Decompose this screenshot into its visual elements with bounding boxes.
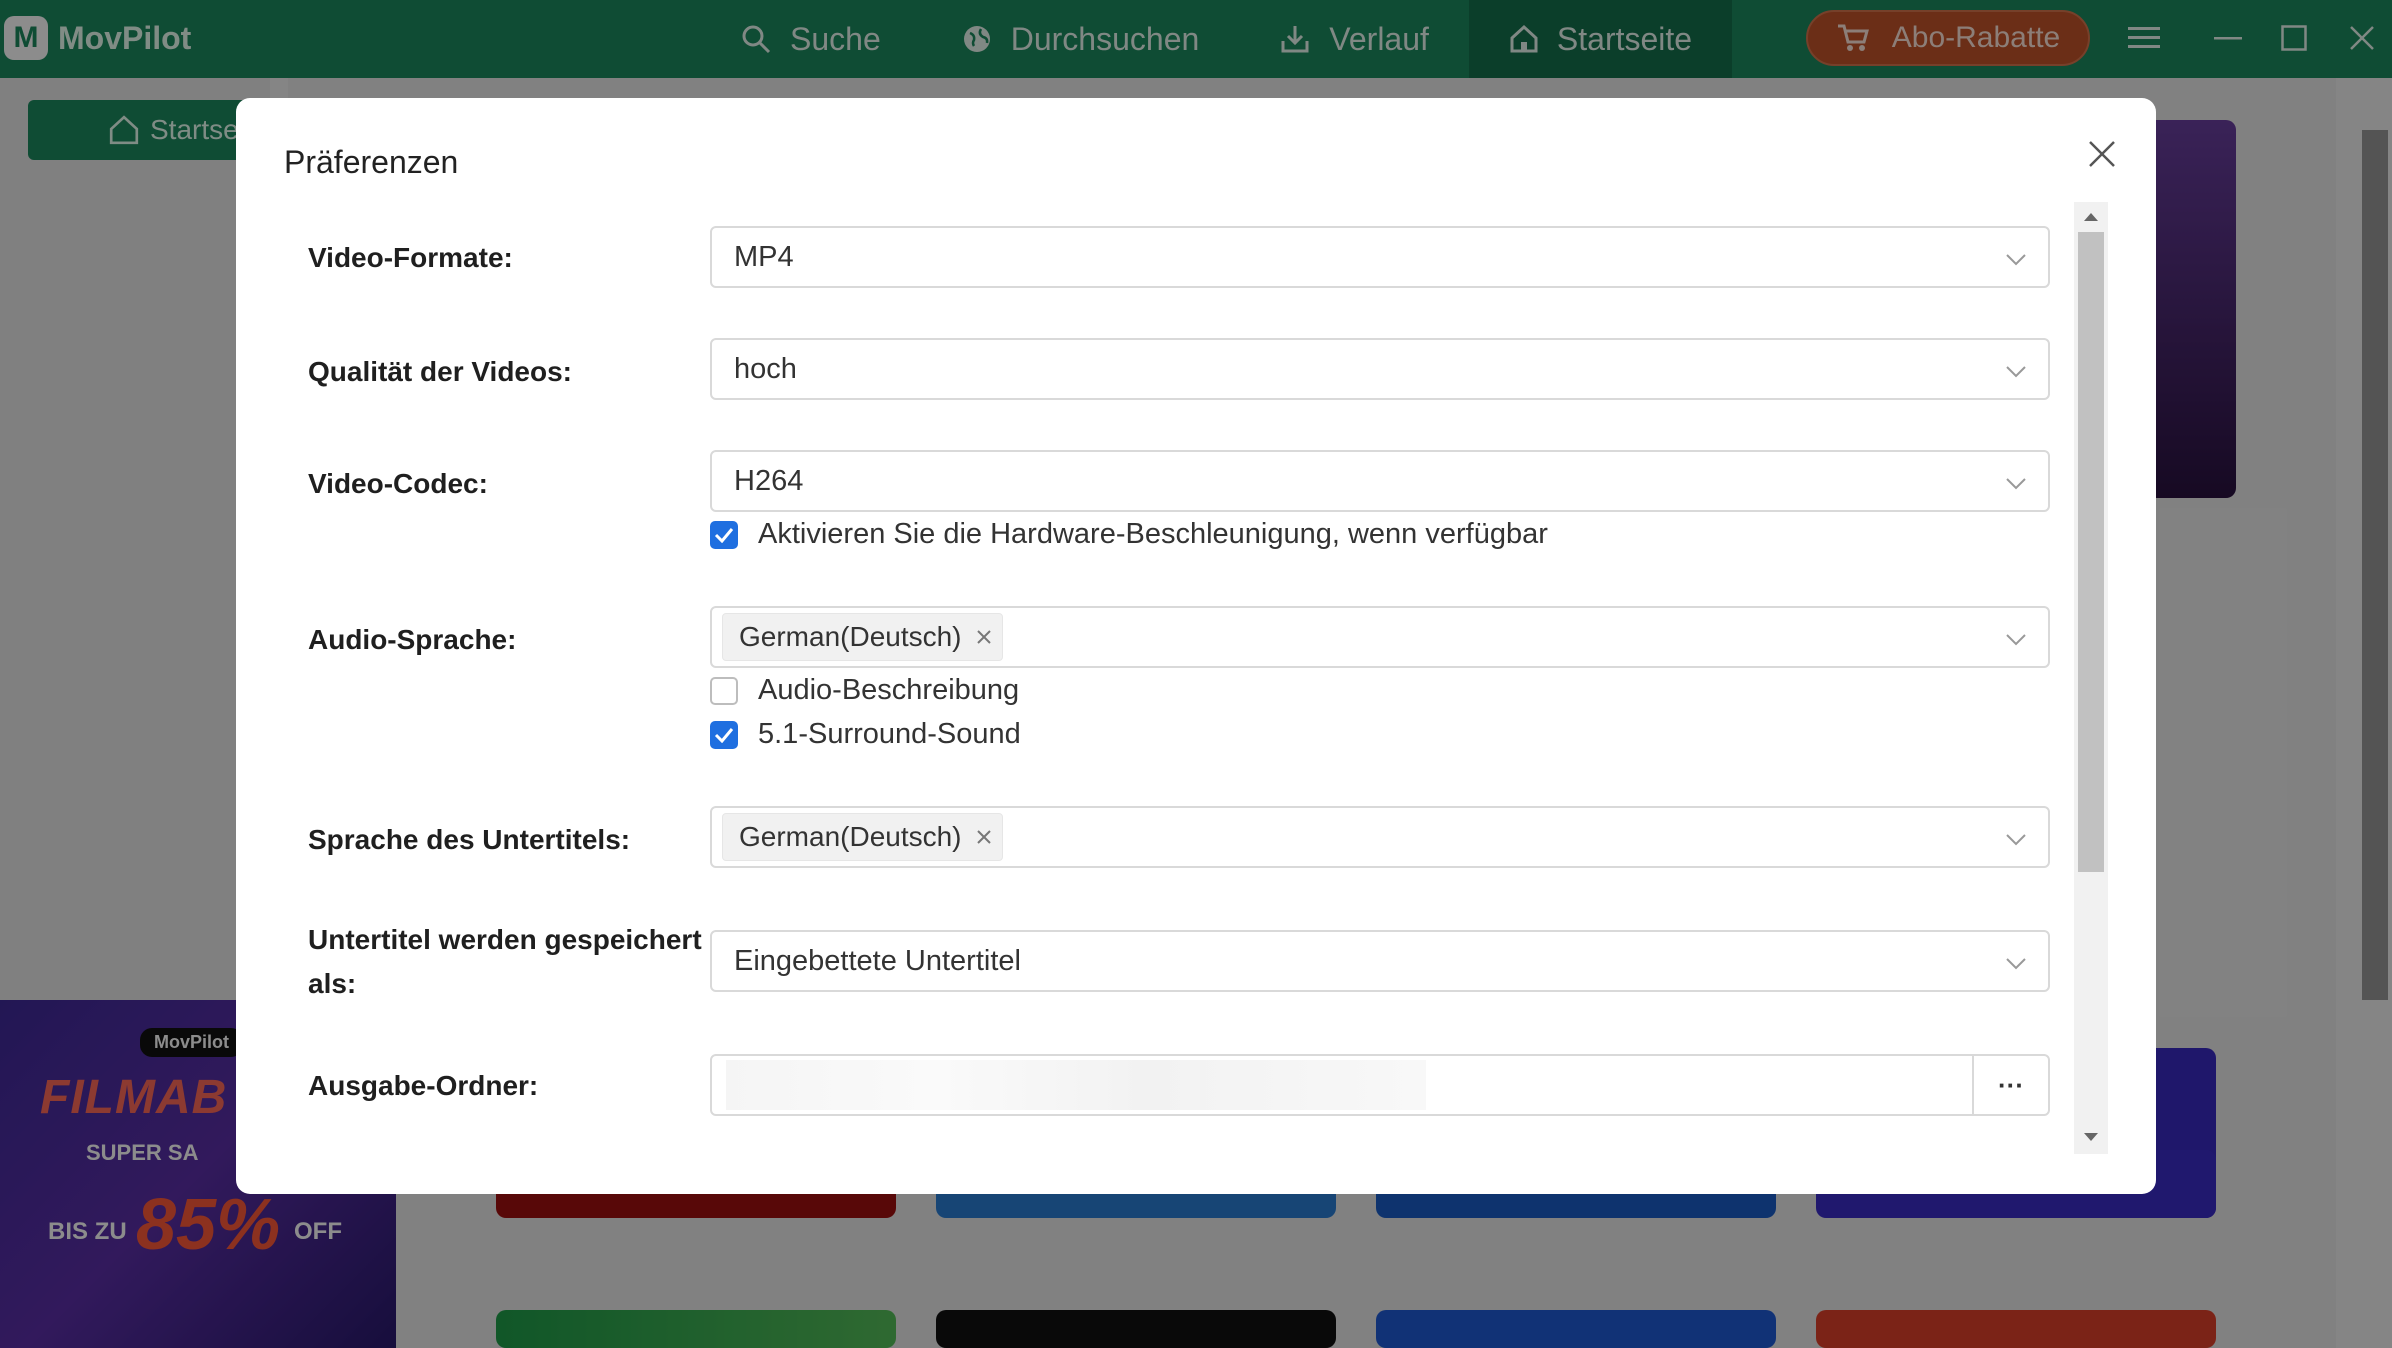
subtitle-save-label-line2: als: bbox=[308, 968, 357, 999]
video-format-select[interactable]: MP4 bbox=[710, 226, 2050, 288]
remove-chip-icon[interactable] bbox=[976, 629, 992, 645]
audio-description-checkbox[interactable]: Audio-Beschreibung bbox=[710, 674, 1019, 707]
audio-language-label: Audio-Sprache: bbox=[308, 624, 517, 655]
subtitle-save-select[interactable]: Eingebettete Untertitel bbox=[710, 930, 2050, 992]
subtitle-language-chip-label: German(Deutsch) bbox=[739, 821, 962, 852]
subtitle-save-label: Untertitel werden gespeichert als: bbox=[308, 918, 702, 1006]
audio-language-chip-label: German(Deutsch) bbox=[739, 621, 962, 652]
checkbox-checked-icon bbox=[710, 720, 738, 749]
chevron-down-icon bbox=[2004, 826, 2028, 859]
hardware-acceleration-checkbox[interactable]: Aktivieren Sie die Hardware-Beschleunigu… bbox=[710, 518, 1548, 551]
chevron-down-icon bbox=[2004, 246, 2028, 279]
surround-sound-checkbox[interactable]: 5.1-Surround-Sound bbox=[710, 718, 1021, 751]
chevron-down-icon bbox=[2004, 358, 2028, 391]
checkbox-unchecked-icon bbox=[710, 676, 738, 705]
audio-language-chip: German(Deutsch) bbox=[722, 613, 1003, 661]
audio-description-label: Audio-Beschreibung bbox=[758, 674, 1020, 706]
video-codec-value: H264 bbox=[734, 464, 804, 497]
output-folder-field[interactable]: ··· bbox=[710, 1054, 2050, 1116]
chevron-down-icon bbox=[2004, 950, 2028, 983]
remove-chip-icon[interactable] bbox=[976, 829, 992, 845]
subtitle-language-label: Sprache des Untertitels: bbox=[308, 824, 631, 855]
video-quality-label: Qualität der Videos: bbox=[308, 356, 572, 387]
audio-language-select[interactable]: German(Deutsch) bbox=[710, 606, 2050, 668]
dialog-title: Präferenzen bbox=[284, 144, 459, 180]
video-format-value: MP4 bbox=[734, 240, 794, 273]
scroll-up-icon[interactable] bbox=[2083, 210, 2099, 228]
chevron-down-icon bbox=[2004, 470, 2028, 503]
subtitle-save-label-line1: Untertitel werden gespeichert bbox=[308, 924, 702, 955]
video-format-label: Video-Formate: bbox=[308, 242, 513, 273]
subtitle-language-chip: German(Deutsch) bbox=[722, 813, 1003, 861]
subtitle-save-value: Eingebettete Untertitel bbox=[734, 944, 1021, 977]
checkbox-checked-icon bbox=[710, 520, 738, 549]
browse-folder-button[interactable]: ··· bbox=[1972, 1056, 2048, 1114]
video-codec-label: Video-Codec: bbox=[308, 468, 488, 499]
close-icon[interactable] bbox=[2082, 134, 2122, 174]
video-quality-value: hoch bbox=[734, 352, 797, 385]
output-folder-label: Ausgabe-Ordner: bbox=[308, 1070, 539, 1101]
dialog-scrollbar-thumb[interactable] bbox=[2078, 232, 2104, 872]
surround-sound-label: 5.1-Surround-Sound bbox=[758, 718, 1021, 750]
chevron-down-icon bbox=[2004, 626, 2028, 659]
video-quality-select[interactable]: hoch bbox=[710, 338, 2050, 400]
hardware-acceleration-label: Aktivieren Sie die Hardware-Beschleunigu… bbox=[758, 518, 1548, 550]
output-folder-path-redacted bbox=[726, 1060, 1426, 1110]
video-codec-select[interactable]: H264 bbox=[710, 450, 2050, 512]
dialog-scrollbar[interactable] bbox=[2074, 202, 2108, 1154]
preferences-dialog: Präferenzen Video-Formate: MP4 Qualität … bbox=[236, 98, 2156, 1194]
subtitle-language-select[interactable]: German(Deutsch) bbox=[710, 806, 2050, 868]
scroll-down-icon[interactable] bbox=[2083, 1130, 2099, 1148]
